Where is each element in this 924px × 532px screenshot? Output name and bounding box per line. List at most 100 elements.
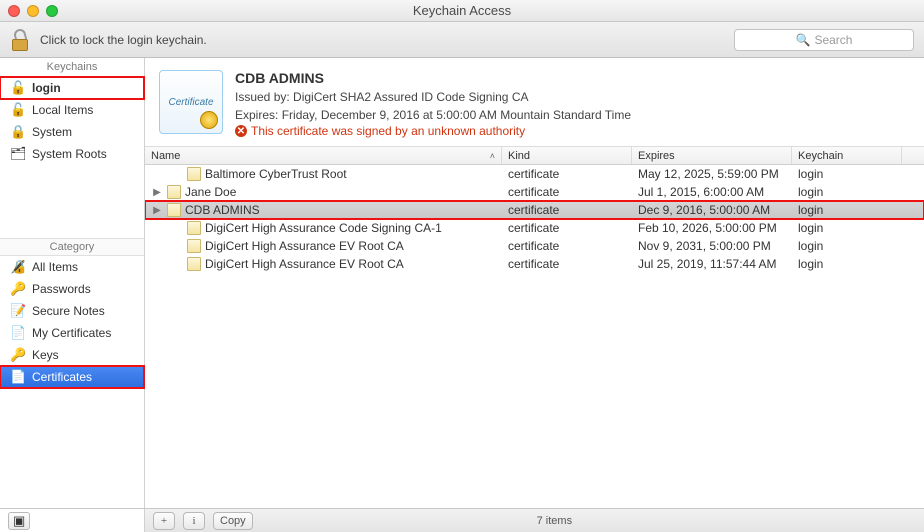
- column-kind[interactable]: Kind: [502, 147, 632, 164]
- toolbar: Click to lock the login keychain. 🔍 Sear…: [0, 22, 924, 58]
- item-count: 7 items: [261, 515, 848, 527]
- cell-keychain: login: [792, 257, 902, 271]
- main-pane: Certificate CDB ADMINS Issued by: DigiCe…: [145, 58, 924, 508]
- certificate-icon: [187, 167, 201, 181]
- cell-kind: certificate: [502, 257, 632, 271]
- certificate-icon: [187, 257, 201, 271]
- table-row[interactable]: DigiCert High Assurance EV Root CA certif…: [145, 237, 924, 255]
- keys-icon: 🔑: [10, 347, 26, 363]
- cell-name: DigiCert High Assurance EV Root CA: [145, 239, 502, 253]
- lock-keychain-label: Click to lock the login keychain.: [40, 33, 207, 47]
- column-expires[interactable]: Expires: [632, 147, 792, 164]
- certificate-expires: Expires: Friday, December 9, 2016 at 5:0…: [235, 106, 910, 124]
- locked-icon: 🔒: [10, 124, 26, 140]
- cell-name: DigiCert High Assurance Code Signing CA-…: [145, 221, 502, 235]
- keychain-item-system-roots[interactable]: 🗂 System Roots: [0, 143, 144, 165]
- column-name[interactable]: Name ˄: [145, 147, 502, 164]
- all-items-icon: 🔏: [10, 259, 26, 275]
- lock-keychain-icon[interactable]: [10, 29, 30, 51]
- cell-expires: Nov 9, 2031, 5:00:00 PM: [632, 239, 792, 253]
- cell-kind: certificate: [502, 185, 632, 199]
- category-certificates[interactable]: 📄 Certificates: [0, 366, 144, 388]
- warning-icon: ✕: [235, 125, 247, 137]
- table-row[interactable]: Baltimore CyberTrust RootcertificateMay …: [145, 165, 924, 183]
- certificate-icon: [167, 185, 181, 199]
- category-passwords[interactable]: 🔑 Passwords: [0, 278, 144, 300]
- category-all-items[interactable]: 🔏 All Items: [0, 256, 144, 278]
- table-row[interactable]: DigiCert High Assurance EV Root CA certif…: [145, 255, 924, 273]
- cell-expires: Jul 25, 2019, 11:57:44 AM: [632, 257, 792, 271]
- keychain-item-system[interactable]: 🔒 System: [0, 121, 144, 143]
- keychain-item-local-items[interactable]: 🔓 Local Items: [0, 99, 144, 121]
- search-input[interactable]: 🔍 Search: [734, 29, 914, 51]
- window-title: Keychain Access: [0, 3, 924, 18]
- cell-name: ▶ CDB ADMINS: [145, 203, 502, 217]
- copy-button[interactable]: Copy: [213, 512, 253, 530]
- cell-kind: certificate: [502, 221, 632, 235]
- cell-expires: Feb 10, 2026, 5:00:00 PM: [632, 221, 792, 235]
- category-label: Keys: [32, 348, 59, 362]
- row-name: DigiCert High Assurance EV Root CA: [205, 239, 404, 253]
- category-label: My Certificates: [32, 326, 111, 340]
- category-label: All Items: [32, 260, 78, 274]
- table-row[interactable]: DigiCert High Assurance Code Signing CA-…: [145, 219, 924, 237]
- certificate-issued-by: Issued by: DigiCert SHA2 Assured ID Code…: [235, 88, 910, 106]
- category-label: Passwords: [32, 282, 91, 296]
- unlocked-icon: 🔓: [10, 80, 26, 96]
- certificate-warning-text: This certificate was signed by an unknow…: [251, 124, 525, 138]
- disclosure-triangle-icon[interactable]: ▶: [151, 205, 163, 216]
- keychain-label: System Roots: [32, 147, 107, 161]
- cell-kind: certificate: [502, 239, 632, 253]
- cell-name: Baltimore CyberTrust Root: [145, 167, 502, 181]
- table-body: Baltimore CyberTrust RootcertificateMay …: [145, 165, 924, 508]
- cell-expires: May 12, 2025, 5:59:00 PM: [632, 167, 792, 181]
- keychain-label: Local Items: [32, 103, 93, 117]
- category-my-certificates[interactable]: 📄 My Certificates: [0, 322, 144, 344]
- seal-icon: [200, 111, 218, 129]
- category-label: Secure Notes: [32, 304, 105, 318]
- disclosure-triangle-icon[interactable]: ▶: [151, 187, 163, 198]
- certificate-badge-icon: Certificate: [159, 70, 223, 134]
- keychains-header: Keychains: [0, 58, 144, 77]
- category-keys[interactable]: 🔑 Keys: [0, 344, 144, 366]
- unlocked-icon: 🔓: [10, 102, 26, 118]
- table-header: Name ˄ Kind Expires Keychain: [145, 147, 924, 165]
- info-button[interactable]: i: [183, 512, 205, 530]
- cell-name: DigiCert High Assurance EV Root CA: [145, 257, 502, 271]
- cell-keychain: login: [792, 239, 902, 253]
- cell-keychain: login: [792, 203, 902, 217]
- cell-name: ▶Jane Doe: [145, 185, 502, 199]
- row-name: CDB ADMINS: [185, 203, 260, 217]
- my-certificates-icon: 📄: [10, 325, 26, 341]
- keychain-item-login[interactable]: 🔓 login: [0, 77, 144, 99]
- certificate-icon: [167, 203, 181, 217]
- row-name: DigiCert High Assurance EV Root CA: [205, 257, 404, 271]
- certificate-detail: Certificate CDB ADMINS Issued by: DigiCe…: [145, 58, 924, 147]
- notes-icon: 📝: [10, 303, 26, 319]
- search-icon: 🔍: [796, 33, 811, 47]
- table-row[interactable]: ▶Jane DoecertificateJul 1, 2015, 6:00:00…: [145, 183, 924, 201]
- view-mode-icon[interactable]: ▣: [8, 512, 30, 530]
- titlebar: Keychain Access: [0, 0, 924, 22]
- certificate-warning: ✕ This certificate was signed by an unkn…: [235, 124, 910, 138]
- add-button[interactable]: +: [153, 512, 175, 530]
- keychain-label: System: [32, 125, 72, 139]
- cell-keychain: login: [792, 221, 902, 235]
- row-name: DigiCert High Assurance Code Signing CA-…: [205, 221, 442, 235]
- sort-ascending-icon: ˄: [490, 151, 495, 161]
- sidebar: Keychains 🔓 login 🔓 Local Items 🔒 System…: [0, 58, 145, 508]
- cell-expires: Jul 1, 2015, 6:00:00 AM: [632, 185, 792, 199]
- certificate-icon: [187, 221, 201, 235]
- cell-expires: Dec 9, 2016, 5:00:00 AM: [632, 203, 792, 217]
- category-header: Category: [0, 238, 144, 256]
- table-row[interactable]: ▶CDB ADMINScertificateDec 9, 2016, 5:00:…: [145, 201, 924, 219]
- search-placeholder: Search: [814, 33, 852, 47]
- folder-icon: 🗂: [10, 146, 26, 162]
- keychain-label: login: [32, 81, 61, 95]
- footer: ▣ + i Copy 7 items: [0, 508, 924, 532]
- row-name: Baltimore CyberTrust Root: [205, 167, 347, 181]
- category-secure-notes[interactable]: 📝 Secure Notes: [0, 300, 144, 322]
- sidebar-footer: ▣: [0, 509, 145, 532]
- column-keychain[interactable]: Keychain: [792, 147, 902, 164]
- passwords-icon: 🔑: [10, 281, 26, 297]
